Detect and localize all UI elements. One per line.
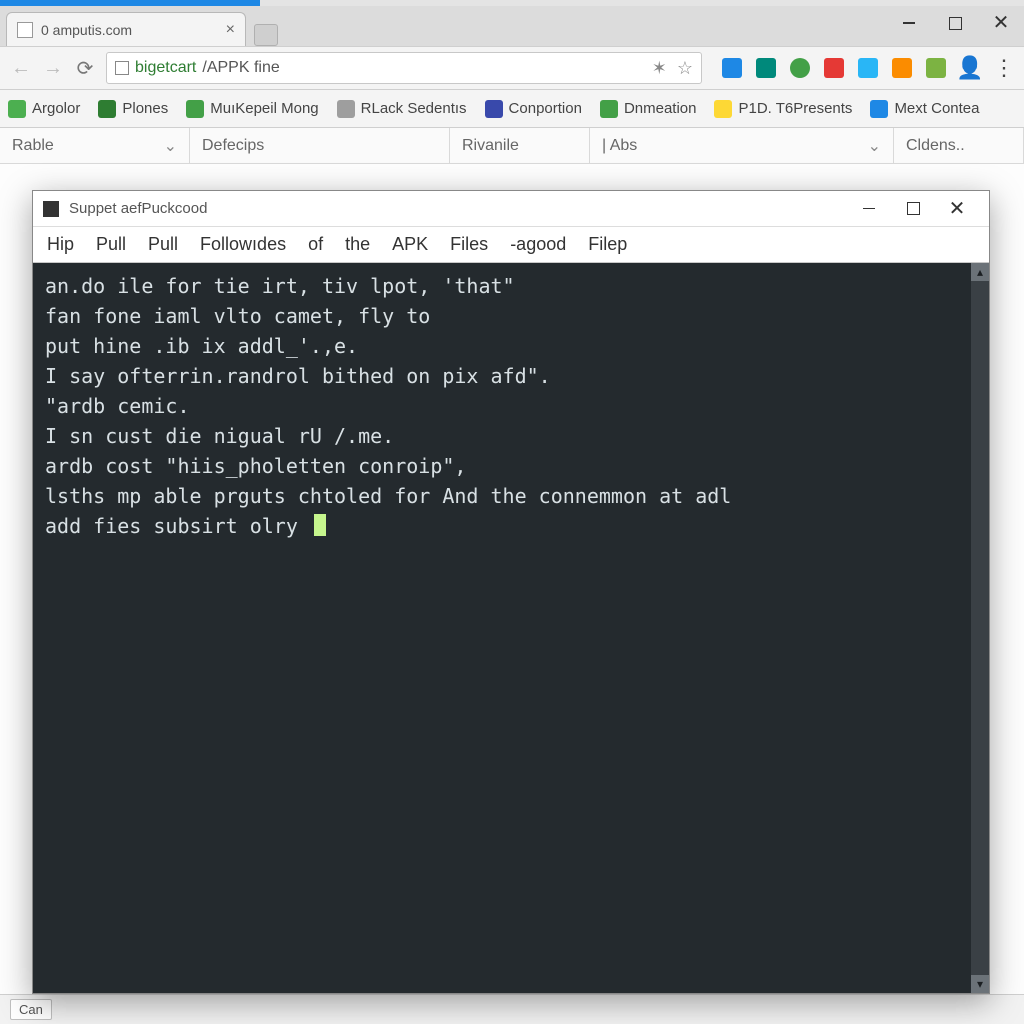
terminal-window: Suppet aefPuckcood ✕ Hip Pull Pull Follo…	[32, 190, 990, 994]
terminal-output: an.do ile for tie irt, tiv lpot, 'that" …	[33, 263, 989, 549]
terminal-title: Suppet aefPuckcood	[69, 200, 207, 217]
terminal-close-button[interactable]: ✕	[935, 191, 979, 227]
tab-close-icon[interactable]: ×	[226, 21, 235, 39]
translate-icon[interactable]: ✶	[652, 58, 667, 79]
terminal-menu-item[interactable]: Hip	[47, 234, 74, 255]
chevron-down-icon: ⌄	[164, 136, 177, 156]
url-host: bigetcart	[135, 59, 196, 77]
url-path: /APPK fine	[202, 59, 279, 77]
tab-title: 0 amputis.com	[41, 22, 132, 38]
terminal-menu-item[interactable]: APK	[392, 234, 428, 255]
window-maximize-button[interactable]	[932, 6, 978, 40]
bookmark-item[interactable]: MuıKepeil Mong	[186, 100, 318, 118]
profile-icon[interactable]: 👤	[960, 58, 980, 78]
omnibox-actions: ✶ ☆	[652, 58, 693, 79]
window-close-button[interactable]: ✕	[978, 6, 1024, 40]
page-favicon	[17, 22, 33, 38]
bookmark-label: MuıKepeil Mong	[210, 100, 318, 117]
status-bar: Can	[0, 994, 1024, 1024]
terminal-window-controls: ✕	[847, 191, 979, 227]
terminal-menu-item[interactable]: of	[308, 234, 323, 255]
window-controls: ✕	[886, 6, 1024, 46]
terminal-menu-item[interactable]: Filep	[588, 234, 627, 255]
column-header[interactable]: Rivanile	[450, 128, 590, 163]
chevron-down-icon: ⌄	[868, 136, 881, 156]
browser-tab[interactable]: 0 amputis.com ×	[6, 12, 246, 46]
back-button[interactable]: ←	[10, 57, 32, 79]
terminal-scrollbar[interactable]: ▴ ▾	[971, 263, 989, 993]
terminal-menu-item[interactable]: Pull	[96, 234, 126, 255]
terminal-menu-item[interactable]: -agood	[510, 234, 566, 255]
new-tab-button[interactable]	[254, 24, 278, 46]
terminal-maximize-button[interactable]	[891, 191, 935, 227]
extension-icon[interactable]	[926, 58, 946, 78]
scrollbar-down-icon[interactable]: ▾	[971, 975, 989, 993]
bookmark-label: Mext Contea	[894, 100, 979, 117]
bookmarks-bar: Argolor Plones MuıKepeil Mong RLack Sede…	[0, 90, 1024, 128]
terminal-minimize-button[interactable]	[847, 191, 891, 227]
address-bar[interactable]: bigetcart /APPK fine ✶ ☆	[106, 52, 702, 84]
bookmark-label: Argolor	[32, 100, 80, 117]
column-header[interactable]: | Abs⌄	[590, 128, 894, 163]
extension-row: 👤 ⋮	[712, 58, 1014, 78]
scrollbar-up-icon[interactable]: ▴	[971, 263, 989, 281]
bookmark-label: RLack Sedentıs	[361, 100, 467, 117]
bookmark-label: P1D. T6Presents	[738, 100, 852, 117]
terminal-titlebar[interactable]: Suppet aefPuckcood ✕	[33, 191, 989, 227]
extension-icon[interactable]	[722, 58, 742, 78]
tab-strip: 0 amputis.com × ✕	[0, 6, 1024, 46]
terminal-menu-item[interactable]: Pull	[148, 234, 178, 255]
forward-button[interactable]: →	[42, 57, 64, 79]
reload-button[interactable]: ⟳	[74, 57, 96, 79]
bookmark-item[interactable]: RLack Sedentıs	[337, 100, 467, 118]
extension-icon[interactable]	[892, 58, 912, 78]
terminal-menu-bar: Hip Pull Pull Followıdes of the APK File…	[33, 227, 989, 263]
column-header[interactable]: Cldens..	[894, 128, 1024, 163]
status-label: Can	[10, 999, 52, 1020]
terminal-menu-item[interactable]: the	[345, 234, 370, 255]
extension-icon[interactable]	[790, 58, 810, 78]
terminal-menu-item[interactable]: Followıdes	[200, 234, 286, 255]
bookmark-item[interactable]: P1D. T6Presents	[714, 100, 852, 118]
bookmark-item[interactable]: Plones	[98, 100, 168, 118]
extension-icon[interactable]	[824, 58, 844, 78]
column-header[interactable]: Rable⌄	[0, 128, 190, 163]
column-header[interactable]: Defecips	[190, 128, 450, 163]
bookmark-item[interactable]: Conportion	[485, 100, 582, 118]
extension-icon[interactable]	[756, 58, 776, 78]
nav-toolbar: ← → ⟳ bigetcart /APPK fine ✶ ☆ 👤 ⋮	[0, 46, 1024, 90]
bookmark-item[interactable]: Dnmeation	[600, 100, 697, 118]
terminal-app-icon	[43, 201, 59, 217]
column-headers: Rable⌄ Defecips Rivanile | Abs⌄ Cldens..	[0, 128, 1024, 164]
terminal-menu-item[interactable]: Files	[450, 234, 488, 255]
extension-icon[interactable]	[858, 58, 878, 78]
kebab-menu-icon[interactable]: ⋮	[994, 58, 1014, 78]
bookmark-label: Conportion	[509, 100, 582, 117]
terminal-cursor	[314, 514, 326, 536]
bookmark-item[interactable]: Mext Contea	[870, 100, 979, 118]
bookmark-label: Dnmeation	[624, 100, 697, 117]
bookmark-star-icon[interactable]: ☆	[677, 58, 693, 79]
site-info-icon[interactable]	[115, 61, 129, 75]
window-minimize-button[interactable]	[886, 6, 932, 40]
bookmark-label: Plones	[122, 100, 168, 117]
terminal-body[interactable]: an.do ile for tie irt, tiv lpot, 'that" …	[33, 263, 989, 993]
bookmark-item[interactable]: Argolor	[8, 100, 80, 118]
